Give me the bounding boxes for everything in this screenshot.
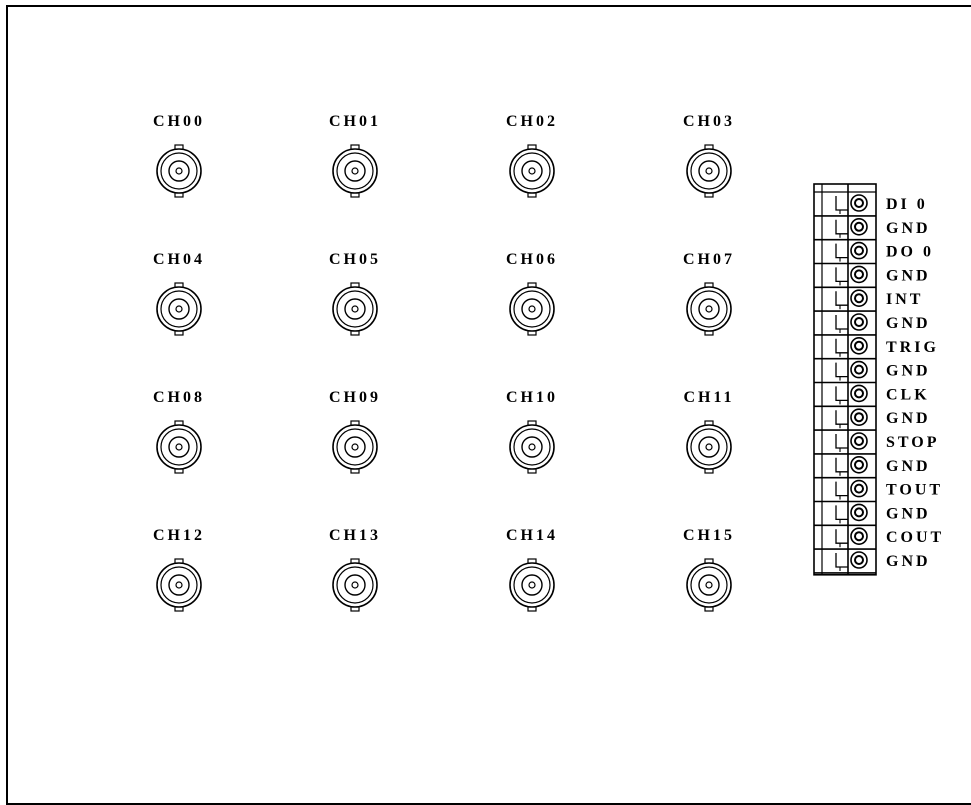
bnc-connector-ch15: CH15 [683, 527, 735, 612]
bnc-connector-ch05: CH05 [329, 251, 381, 336]
screw-outer-icon [850, 384, 868, 403]
bnc-outer-ring [156, 424, 202, 470]
screw-outer-icon [850, 503, 868, 522]
screw-outer-icon [850, 455, 868, 474]
terminal-block: DI 0 GND DO 0 GND INT GND TRIG GND CLK GND STOP GND… [813, 183, 944, 576]
pin-label: COUT [886, 529, 944, 546]
pin-label: INT [886, 291, 923, 308]
bnc-outer-ring [509, 562, 555, 608]
bnc-outer-ring [509, 286, 555, 332]
pin-label: GND [886, 505, 931, 522]
screw-outer-icon [850, 408, 868, 427]
pin-label: GND [886, 267, 931, 284]
bnc-connector-ch11: CH11 [683, 389, 734, 474]
channel-label: CH11 [683, 389, 734, 406]
pin-label: DI 0 [886, 196, 928, 213]
channel-label: CH08 [153, 389, 205, 406]
pin-label: CLK [886, 386, 930, 403]
screw-outer-icon [850, 241, 868, 260]
channel-label: CH04 [153, 251, 205, 268]
bnc-outer-ring [156, 286, 202, 332]
screw-outer-icon [850, 360, 868, 379]
pin-label: GND [886, 363, 931, 380]
pin-label: TOUT [886, 482, 943, 499]
pin-label: GND [886, 410, 931, 427]
channel-label: CH09 [329, 389, 381, 406]
channel-label: CH05 [329, 251, 381, 268]
bnc-outer-ring [332, 424, 378, 470]
screw-outer-icon [850, 432, 868, 450]
bnc-outer-ring [686, 286, 732, 332]
screw-outer-icon [850, 194, 868, 212]
screw-outer-icon [850, 265, 868, 284]
screw-outer-icon [850, 336, 868, 355]
bnc-outer-ring [686, 562, 732, 608]
bnc-connector-ch08: CH08 [153, 389, 205, 474]
channel-label: CH00 [153, 113, 205, 130]
bnc-connector-ch10: CH10 [506, 389, 558, 474]
bnc-connector-ch01: CH01 [329, 113, 381, 198]
bnc-outer-ring [156, 562, 202, 608]
channel-label: CH01 [329, 113, 381, 130]
screw-outer-icon [850, 218, 868, 236]
bnc-connector-ch13: CH13 [329, 527, 381, 612]
channel-label: CH07 [683, 251, 735, 268]
channel-label: CH10 [506, 389, 558, 406]
channel-label: CH14 [506, 527, 558, 544]
bnc-outer-ring [509, 424, 555, 470]
bnc-outer-ring [686, 148, 732, 194]
bnc-outer-ring [509, 148, 555, 194]
pin-label: GND [886, 315, 931, 332]
bnc-outer-ring [686, 424, 732, 470]
screw-outer-icon [850, 313, 868, 331]
bnc-outer-ring [332, 562, 378, 608]
bnc-outer-ring [156, 148, 202, 194]
pin-label: TRIG [886, 339, 939, 356]
screw-outer-icon [850, 551, 868, 569]
screw-outer-icon [850, 527, 868, 546]
pin-label: STOP [886, 434, 940, 451]
bnc-connector-ch02: CH02 [506, 113, 558, 198]
pin-label: GND [886, 458, 931, 475]
bnc-connector-ch06: CH06 [506, 251, 558, 336]
bnc-connector-ch09: CH09 [329, 389, 381, 474]
channel-label: CH02 [506, 113, 558, 130]
channel-label: CH12 [153, 527, 205, 544]
bnc-outer-ring [332, 286, 378, 332]
pin-label: GND [886, 553, 931, 570]
screw-outer-icon [850, 289, 868, 308]
pin-label: DO 0 [886, 244, 934, 261]
panel-drawing: CH00 CH01 CH02 CH03 CH04 CH05 CH06 CH07 CH08 CH09… [153, 113, 944, 612]
bnc-outer-ring [332, 148, 378, 194]
pin-label: GND [886, 220, 931, 237]
bnc-connector-ch03: CH03 [683, 113, 735, 198]
channel-label: CH13 [329, 527, 381, 544]
bnc-connector-ch12: CH12 [153, 527, 205, 612]
channel-label: CH06 [506, 251, 558, 268]
channel-label: CH15 [683, 527, 735, 544]
bnc-connector-ch07: CH07 [683, 251, 735, 336]
screw-outer-icon [850, 479, 868, 498]
bnc-connector-ch14: CH14 [506, 527, 558, 612]
channel-label: CH03 [683, 113, 735, 130]
bnc-connector-ch00: CH00 [153, 113, 205, 198]
bnc-connector-ch04: CH04 [153, 251, 205, 336]
